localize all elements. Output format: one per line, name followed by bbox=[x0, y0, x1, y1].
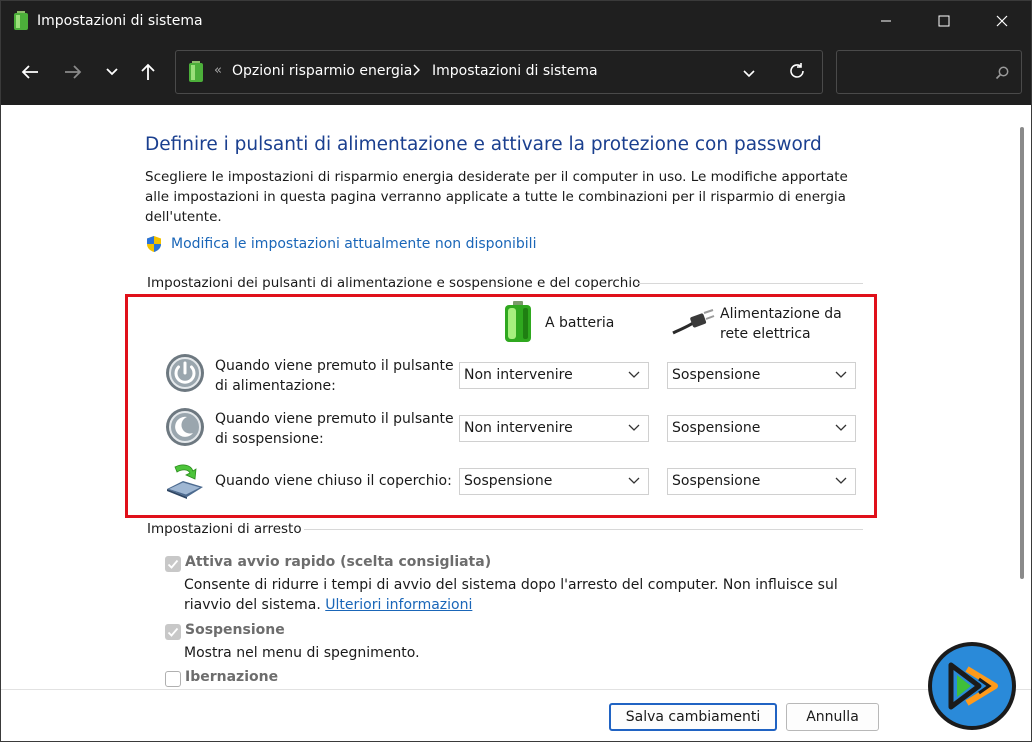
minimize-button[interactable] bbox=[857, 1, 915, 41]
chevron-down-icon bbox=[106, 68, 118, 76]
chevron-down-icon bbox=[835, 371, 847, 378]
power-options-icon bbox=[14, 11, 28, 30]
arrow-left-icon bbox=[21, 65, 38, 79]
search-input[interactable] bbox=[845, 61, 985, 83]
forward-button[interactable] bbox=[58, 57, 88, 87]
select-value: Sospensione bbox=[464, 473, 553, 489]
up-button[interactable] bbox=[133, 57, 163, 87]
sleep-button-ac-select[interactable]: Sospensione bbox=[667, 415, 856, 442]
search-box[interactable] bbox=[836, 50, 1022, 94]
sleep-menu-label: Sospensione bbox=[185, 622, 285, 638]
refresh-icon[interactable] bbox=[788, 62, 806, 84]
maximize-button[interactable] bbox=[915, 1, 973, 41]
chevron-down-icon bbox=[835, 424, 847, 431]
address-history-chevron-icon[interactable] bbox=[742, 64, 756, 83]
breadcrumb-system-settings[interactable]: Impostazioni di sistema bbox=[432, 63, 598, 79]
address-bar[interactable]: « Opzioni risparmio energia Impostazioni… bbox=[175, 50, 823, 94]
checkmark-icon bbox=[167, 627, 179, 637]
modify-unavailable-settings-link[interactable]: Modifica le impostazioni attualmente non… bbox=[171, 236, 536, 252]
page-title: Definire i pulsanti di alimentazione e a… bbox=[145, 134, 822, 155]
battery-icon bbox=[505, 301, 531, 342]
select-value: Non intervenire bbox=[464, 420, 573, 436]
scrollbar-thumb[interactable] bbox=[1020, 127, 1024, 579]
sleep-button-label: Quando viene premuto il pulsante di sosp… bbox=[215, 411, 454, 447]
shutdown-section-title: Impostazioni di arresto bbox=[147, 521, 302, 537]
lid-close-ac-select[interactable]: Sospensione bbox=[667, 468, 856, 495]
checkmark-icon bbox=[167, 559, 179, 569]
lid-close-battery-select[interactable]: Sospensione bbox=[459, 468, 649, 495]
hibernate-checkbox[interactable] bbox=[165, 671, 181, 687]
maximize-icon bbox=[938, 15, 950, 27]
fast-startup-description: Consente di ridurre i tempi di avvio del… bbox=[184, 575, 864, 615]
save-changes-button[interactable]: Salva cambiamenti bbox=[609, 703, 777, 731]
fast-startup-checkbox[interactable] bbox=[165, 556, 181, 572]
close-button[interactable] bbox=[973, 1, 1031, 41]
fast-startup-desc-text: Consente di ridurre i tempi di avvio del… bbox=[184, 577, 838, 613]
footer-bar: Salva cambiamenti Annulla bbox=[1, 689, 1031, 741]
more-info-link[interactable]: Ulteriori informazioni bbox=[325, 597, 472, 613]
navigation-bar: « Opzioni risparmio energia Impostazioni… bbox=[1, 41, 1031, 105]
power-options-icon bbox=[189, 61, 203, 82]
sleep-button-icon bbox=[166, 408, 204, 446]
select-value: Sospensione bbox=[672, 473, 761, 489]
window-title: Impostazioni di sistema bbox=[37, 13, 203, 29]
power-button-battery-select[interactable]: Non intervenire bbox=[459, 362, 649, 389]
power-button-icon bbox=[166, 354, 204, 392]
breadcrumb-power-options[interactable]: Opzioni risparmio energia bbox=[232, 63, 412, 79]
select-value: Sospensione bbox=[672, 367, 761, 383]
cancel-button[interactable]: Annulla bbox=[786, 703, 879, 731]
site-logo-icon bbox=[928, 642, 1016, 730]
chevron-down-icon bbox=[628, 477, 640, 484]
back-button[interactable] bbox=[15, 57, 45, 87]
power-plug-icon bbox=[672, 309, 715, 335]
sleep-button-battery-select[interactable]: Non intervenire bbox=[459, 415, 649, 442]
power-button-ac-select[interactable]: Sospensione bbox=[667, 362, 856, 389]
select-value: Non intervenire bbox=[464, 367, 573, 383]
control-panel-window: Impostazioni di sistema « Opzioni rispar… bbox=[0, 0, 1032, 742]
section-divider bbox=[637, 283, 863, 284]
recent-locations-button[interactable] bbox=[97, 57, 127, 87]
chevron-down-icon bbox=[835, 477, 847, 484]
uac-shield-icon bbox=[147, 236, 161, 252]
hibernate-label: Ibernazione bbox=[185, 669, 279, 685]
page-description: Scegliere le impostazioni di risparmio e… bbox=[145, 169, 848, 225]
breadcrumb-overflow[interactable]: « bbox=[214, 63, 222, 78]
fast-startup-label: Attiva avvio rapido (scelta consigliata) bbox=[185, 554, 492, 570]
sleep-menu-description: Mostra nel menu di spegnimento. bbox=[184, 645, 420, 661]
arrow-up-icon bbox=[141, 63, 155, 80]
buttons-section-title: Impostazioni dei pulsanti di alimentazio… bbox=[147, 275, 641, 291]
chevron-down-icon bbox=[628, 371, 640, 378]
section-divider bbox=[304, 529, 863, 530]
select-value: Sospensione bbox=[672, 420, 761, 436]
arrow-right-icon bbox=[65, 65, 82, 79]
breadcrumb-chevron-icon[interactable] bbox=[412, 64, 421, 80]
minimize-icon bbox=[881, 20, 891, 22]
battery-column-header: A batteria bbox=[545, 315, 615, 331]
close-icon bbox=[996, 15, 1008, 27]
ac-column-header: Alimentazione da rete elettrica bbox=[720, 306, 842, 342]
power-button-label: Quando viene premuto il pulsante di alim… bbox=[215, 358, 454, 394]
sleep-menu-checkbox[interactable] bbox=[165, 624, 181, 640]
laptop-lid-icon bbox=[167, 464, 203, 499]
search-icon bbox=[995, 65, 1009, 84]
title-bar: Impostazioni di sistema bbox=[1, 1, 1031, 41]
chevron-down-icon bbox=[628, 424, 640, 431]
main-content: Definire i pulsanti di alimentazione e a… bbox=[1, 105, 1019, 689]
lid-close-label: Quando viene chiuso il coperchio: bbox=[215, 473, 452, 489]
